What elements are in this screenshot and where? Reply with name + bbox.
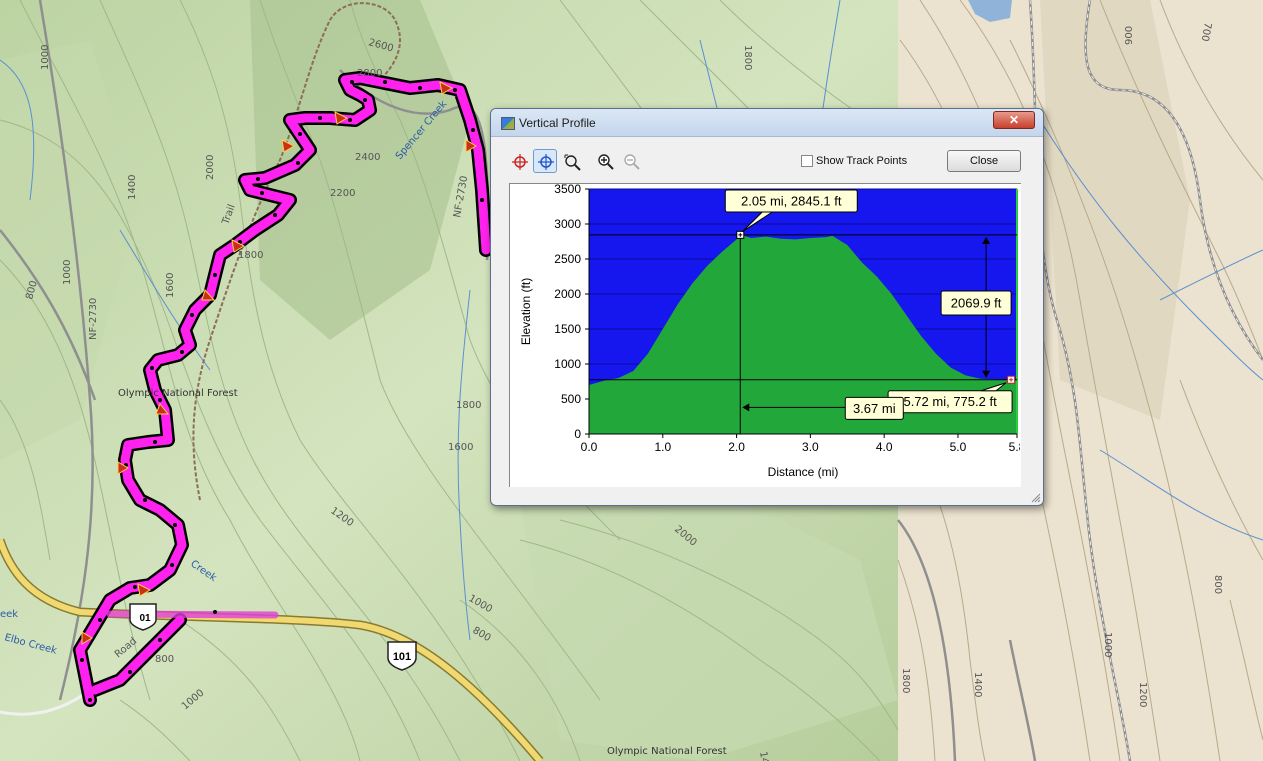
zoom-out-icon[interactable] — [619, 149, 643, 173]
show-track-points-checkbox[interactable] — [801, 155, 813, 167]
svg-text:01: 01 — [139, 613, 151, 624]
dialog-titlebar[interactable]: Vertical Profile ✕ — [491, 109, 1043, 137]
svg-text:101: 101 — [393, 651, 411, 663]
contour-label: 1600 — [165, 273, 176, 298]
highway-shield: 101 — [387, 641, 417, 671]
y-tick-label: 2000 — [554, 287, 581, 301]
callout-point-a: 2.05 mi, 2845.1 ft — [741, 194, 842, 209]
x-axis-label: Distance (mi) — [768, 465, 839, 479]
contour-label: 1000 — [1102, 632, 1113, 657]
y-tick-label: 2500 — [554, 252, 581, 266]
resize-grip[interactable] — [1031, 493, 1041, 503]
y-axis-label: Elevation (ft) — [519, 278, 533, 345]
contour-label: 800 — [155, 654, 174, 665]
contour-label: 1600 — [448, 442, 473, 453]
crosshair-icon[interactable] — [507, 149, 531, 173]
contour-label: 1800 — [238, 250, 263, 261]
callout-dist-diff: 3.67 mi — [853, 401, 896, 416]
creek-label: eek — [0, 609, 18, 620]
highway-shield: 01 — [129, 603, 157, 631]
zoom-box-icon[interactable] — [559, 149, 583, 173]
contour-label: 1400 — [127, 175, 138, 200]
contour-label: 1800 — [900, 668, 911, 693]
profile-chart-frame: 3500 3000 2500 2000 1500 1000 500 0 0.0 1.0 2.0 3.0… — [509, 183, 1021, 487]
x-tick-label: 2.0 — [728, 440, 745, 454]
contour-label: 1800 — [742, 45, 753, 70]
close-window-button[interactable]: ✕ — [993, 111, 1035, 129]
contour-label: 1800 — [456, 400, 481, 411]
y-tick-label: 1000 — [554, 357, 581, 371]
elevation-profile-chart[interactable]: 3500 3000 2500 2000 1500 1000 500 00.0 1.0 2.0 3.0… — [510, 184, 1020, 486]
y-tick-label: 500 — [561, 392, 581, 406]
contour-label: 1000 — [40, 45, 51, 70]
contour-label: 2400 — [355, 152, 380, 163]
x-tick-label: 5.8 — [1009, 440, 1020, 454]
contour-label: 800 — [1212, 575, 1223, 594]
contour-label: 1200 — [1137, 682, 1148, 707]
dialog-title: Vertical Profile — [519, 116, 596, 130]
x-tick-label: 3.0 — [802, 440, 819, 454]
close-button[interactable]: Close — [947, 150, 1021, 172]
contour-label: 1400 — [972, 672, 983, 697]
contour-label: 2000 — [205, 155, 216, 180]
y-tick-label: 0 — [574, 427, 581, 441]
contour-label: 1000 — [62, 260, 73, 285]
x-tick-label: 0.0 — [581, 440, 598, 454]
zoom-in-icon[interactable] — [593, 149, 617, 173]
x-tick-label: 1.0 — [654, 440, 671, 454]
vertical-profile-dialog[interactable]: Vertical Profile ✕ Show Track Points Clo… — [490, 108, 1044, 506]
y-tick-label: 3500 — [554, 184, 581, 196]
x-tick-label: 5.0 — [950, 440, 967, 454]
forest-label: Olympic National Forest — [607, 746, 727, 757]
select-point-icon[interactable] — [533, 149, 557, 173]
show-track-points-label: Show Track Points — [816, 155, 908, 167]
callout-elev-diff: 2069.9 ft — [951, 296, 1002, 311]
y-tick-label: 1500 — [554, 322, 581, 336]
contour-label: 2800 — [357, 68, 382, 79]
forest-label: Olympic National Forest — [118, 388, 238, 399]
app-icon — [501, 117, 515, 130]
contour-label: 900 — [1124, 26, 1135, 45]
contour-label: 2200 — [330, 188, 355, 199]
callout-point-b: 5.72 mi, 775.2 ft — [903, 394, 997, 409]
y-tick-label: 3000 — [554, 217, 581, 231]
road-label: NF-2730 — [88, 298, 99, 340]
x-tick-label: 4.0 — [876, 440, 893, 454]
